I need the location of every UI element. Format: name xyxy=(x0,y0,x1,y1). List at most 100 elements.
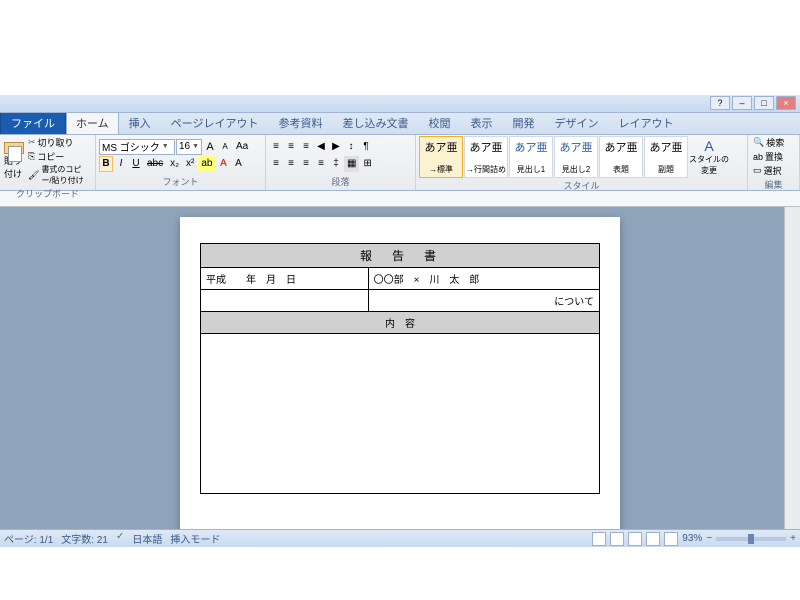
change-case-button[interactable]: Aa xyxy=(233,139,251,155)
doc-title-cell[interactable]: 報 告 書 xyxy=(201,244,600,268)
cut-button[interactable]: ✂切り取り xyxy=(26,136,92,149)
align-center-button[interactable]: ≡ xyxy=(284,156,298,172)
tab-mailings[interactable]: 差し込み文書 xyxy=(332,111,418,134)
zoom-value[interactable]: 93% xyxy=(682,533,702,544)
title-bar: ? ‒ □ × xyxy=(0,95,800,113)
tab-home[interactable]: ホーム xyxy=(66,111,119,134)
status-mode[interactable]: 挿入モード xyxy=(170,531,220,546)
tab-review[interactable]: 校閲 xyxy=(418,111,460,134)
style-title[interactable]: あア亜表題 xyxy=(599,136,643,178)
paste-button[interactable]: 貼り付け xyxy=(3,141,25,181)
styles-icon: A xyxy=(704,138,713,154)
about-cell[interactable]: について xyxy=(368,290,599,312)
multilevel-button[interactable]: ≡ xyxy=(299,139,313,155)
tab-layout[interactable]: レイアウト xyxy=(608,111,683,134)
underline-button[interactable]: U xyxy=(129,156,143,172)
help-button[interactable]: ? xyxy=(710,96,730,110)
dec-indent-button[interactable]: ◀ xyxy=(314,139,328,155)
view-outline-button[interactable] xyxy=(646,532,660,546)
tab-file[interactable]: ファイル xyxy=(0,111,66,134)
justify-button[interactable]: ≡ xyxy=(314,156,328,172)
tab-view[interactable]: 表示 xyxy=(460,111,502,134)
minimize-button[interactable]: ‒ xyxy=(732,96,752,110)
inc-indent-button[interactable]: ▶ xyxy=(329,139,343,155)
style-normal[interactable]: あア亜→標準 xyxy=(419,136,463,178)
scissors-icon: ✂ xyxy=(28,137,36,148)
show-marks-button[interactable]: ¶ xyxy=(359,139,373,155)
maximize-button[interactable]: □ xyxy=(754,96,774,110)
style-heading2[interactable]: あア亜見出し2 xyxy=(554,136,598,178)
bold-button[interactable]: B xyxy=(99,156,113,172)
ribbon-tabs: ファイル ホーム 挿入 ページレイアウト 参考資料 差し込み文書 校閲 表示 開… xyxy=(0,113,800,135)
top-whitespace xyxy=(0,0,800,95)
bullets-button[interactable]: ≡ xyxy=(269,139,283,155)
brush-icon: 🖌 xyxy=(28,170,39,181)
strike-button[interactable]: abc xyxy=(144,156,166,172)
font-color-button[interactable]: A xyxy=(216,156,230,172)
blank-cell[interactable] xyxy=(201,290,369,312)
contents-header-cell[interactable]: 内 容 xyxy=(201,312,600,334)
tab-references[interactable]: 参考資料 xyxy=(268,111,332,134)
status-words[interactable]: 文字数: 21 xyxy=(61,531,108,546)
cursor-icon: ▭ xyxy=(753,165,762,176)
char-shading-button[interactable]: A xyxy=(231,156,245,172)
status-bar: ページ: 1/1 文字数: 21 ✓ 日本語 挿入モード 93% − + xyxy=(0,529,800,547)
borders-button[interactable]: ⊞ xyxy=(360,156,374,172)
style-subtitle[interactable]: あア亜副題 xyxy=(644,136,688,178)
paste-icon xyxy=(4,142,24,154)
style-nospacing[interactable]: あア亜→行間詰め xyxy=(464,136,508,178)
zoom-thumb[interactable] xyxy=(748,534,754,544)
view-draft-button[interactable] xyxy=(664,532,678,546)
sort-button[interactable]: ↕ xyxy=(344,139,358,155)
chevron-down-icon: ▼ xyxy=(192,143,199,150)
zoom-in-button[interactable]: + xyxy=(790,533,796,544)
view-web-button[interactable] xyxy=(628,532,642,546)
group-label-font: フォント xyxy=(99,174,262,189)
contents-body-cell[interactable] xyxy=(201,334,600,494)
view-print-button[interactable] xyxy=(592,532,606,546)
tab-pagelayout[interactable]: ページレイアウト xyxy=(161,111,269,134)
group-label-paragraph: 段落 xyxy=(269,174,412,189)
find-button[interactable]: 🔍検索 xyxy=(751,136,786,149)
change-styles-button[interactable]: A スタイルの 変更 xyxy=(689,137,729,177)
tab-developer[interactable]: 開発 xyxy=(502,111,544,134)
chevron-down-icon: ▼ xyxy=(162,143,169,150)
group-label-styles: スタイル xyxy=(419,178,744,193)
numbering-button[interactable]: ≡ xyxy=(284,139,298,155)
select-button[interactable]: ▭選択 xyxy=(751,164,786,177)
close-button[interactable]: × xyxy=(776,96,796,110)
view-read-button[interactable] xyxy=(610,532,624,546)
page: 報 告 書 平成 年 月 日 〇〇部 × 川 太 郎 について 内 容 xyxy=(180,217,620,567)
replace-button[interactable]: ab置換 xyxy=(751,150,786,163)
highlight-button[interactable]: ab xyxy=(198,156,215,172)
document-canvas[interactable]: 報 告 書 平成 年 月 日 〇〇部 × 川 太 郎 について 内 容 xyxy=(0,207,800,567)
zoom-out-button[interactable]: − xyxy=(706,533,712,544)
format-painter-button[interactable]: 🖌書式のコピー/貼り付け xyxy=(26,164,92,186)
align-left-button[interactable]: ≡ xyxy=(269,156,283,172)
ruler[interactable] xyxy=(0,191,800,207)
font-size-combo[interactable]: 16▼ xyxy=(176,139,202,155)
status-lang[interactable]: 日本語 xyxy=(132,531,162,546)
shading-button[interactable]: ▦ xyxy=(344,156,359,172)
bottom-whitespace xyxy=(0,547,800,600)
copy-button[interactable]: ⎘コピー xyxy=(26,150,92,163)
status-page[interactable]: ページ: 1/1 xyxy=(4,531,53,546)
date-cell[interactable]: 平成 年 月 日 xyxy=(201,268,369,290)
vertical-scrollbar[interactable] xyxy=(784,207,800,567)
status-proof-icon[interactable]: ✓ xyxy=(116,531,124,546)
report-table[interactable]: 報 告 書 平成 年 月 日 〇〇部 × 川 太 郎 について 内 容 xyxy=(200,243,600,494)
align-right-button[interactable]: ≡ xyxy=(299,156,313,172)
italic-button[interactable]: I xyxy=(114,156,128,172)
line-spacing-button[interactable]: ‡ xyxy=(329,156,343,172)
superscript-button[interactable]: x² xyxy=(183,156,197,172)
tab-design[interactable]: デザイン xyxy=(544,111,608,134)
author-cell[interactable]: 〇〇部 × 川 太 郎 xyxy=(368,268,599,290)
shrink-font-button[interactable]: A xyxy=(218,139,232,155)
grow-font-button[interactable]: A xyxy=(203,139,217,155)
font-name-combo[interactable]: MS ゴシック▼ xyxy=(99,139,175,155)
style-heading1[interactable]: あア亜見出し1 xyxy=(509,136,553,178)
ribbon: 貼り付け ✂切り取り ⎘コピー 🖌書式のコピー/貼り付け クリップボード MS … xyxy=(0,135,800,191)
subscript-button[interactable]: x₂ xyxy=(167,156,182,172)
zoom-slider[interactable] xyxy=(716,537,786,541)
tab-insert[interactable]: 挿入 xyxy=(119,111,161,134)
